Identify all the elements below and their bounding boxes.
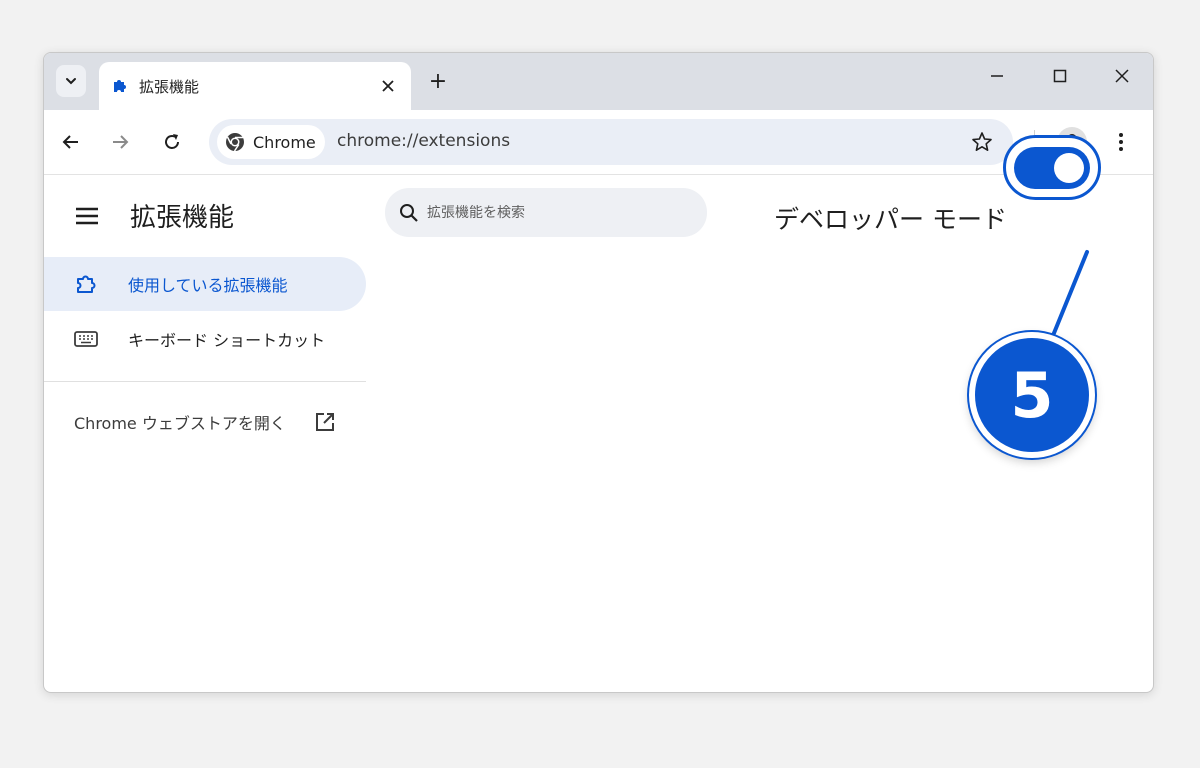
arrow-right-icon — [113, 135, 129, 149]
new-tab-button[interactable]: + — [424, 68, 452, 96]
hamburger-icon — [76, 207, 98, 225]
close-icon — [382, 80, 394, 92]
sidebar-item-label: キーボード ショートカット — [128, 331, 326, 350]
chrome-logo-icon — [226, 133, 244, 152]
minimize-icon — [991, 75, 1003, 77]
web-store-link[interactable]: Chrome ウェブストアを開く — [74, 407, 336, 437]
sidebar: 拡張機能 使用している拡張機能 キーボード ショートカット Chrome ウェブ… — [44, 175, 366, 692]
sidebar-item-label: 使用している拡張機能 — [128, 276, 288, 295]
hamburger-button[interactable] — [70, 199, 104, 233]
site-chip[interactable]: Chrome — [217, 125, 325, 159]
open-in-new-icon — [316, 413, 334, 431]
sidebar-item-keyboard-shortcuts[interactable]: キーボード ショートカット — [44, 312, 366, 366]
toolbar: Chrome chrome://extensions — [44, 110, 1153, 175]
keyboard-icon — [74, 331, 98, 347]
minimize-button[interactable] — [977, 63, 1017, 89]
sidebar-divider — [44, 381, 366, 382]
search-input[interactable] — [427, 204, 687, 221]
tab-title: 拡張機能 — [139, 77, 200, 96]
arrow-left-icon — [62, 135, 78, 149]
close-icon — [1115, 69, 1129, 83]
plus-icon: + — [428, 69, 448, 94]
developer-mode-toggle[interactable] — [1014, 147, 1090, 189]
reload-button[interactable] — [156, 126, 188, 158]
web-store-link-label: Chrome ウェブストアを開く — [74, 414, 286, 433]
search-icon — [400, 203, 418, 222]
window-close-button[interactable] — [1102, 63, 1142, 89]
maximize-icon — [1053, 69, 1067, 83]
chevron-down-icon — [66, 78, 76, 85]
tab-extensions[interactable]: 拡張機能 — [99, 62, 411, 110]
extension-search[interactable] — [385, 188, 707, 237]
puzzle-icon — [114, 80, 126, 92]
developer-mode-label: デベロッパー モード — [774, 205, 1007, 234]
sidebar-item-my-extensions[interactable]: 使用している拡張機能 — [44, 257, 366, 311]
step-number-badge: 5 — [969, 332, 1095, 458]
page-title: 拡張機能 — [130, 203, 235, 233]
toggle-knob — [1054, 153, 1084, 183]
reload-icon — [165, 134, 179, 149]
maximize-button[interactable] — [1040, 63, 1080, 89]
forward-button[interactable] — [104, 126, 136, 158]
tab-close-button[interactable] — [375, 73, 401, 99]
star-icon — [972, 132, 992, 151]
url-text[interactable]: chrome://extensions — [337, 131, 510, 151]
tab-search-button[interactable] — [56, 65, 86, 97]
tab-strip: 拡張機能 + — [44, 53, 1153, 110]
menu-button[interactable] — [1106, 127, 1136, 157]
back-button[interactable] — [55, 126, 87, 158]
site-chip-label: Chrome — [253, 132, 316, 152]
address-bar[interactable]: Chrome chrome://extensions — [209, 119, 1013, 165]
more-vert-icon — [1119, 133, 1123, 151]
extension-icon — [77, 275, 96, 293]
bookmark-button[interactable] — [969, 129, 995, 155]
